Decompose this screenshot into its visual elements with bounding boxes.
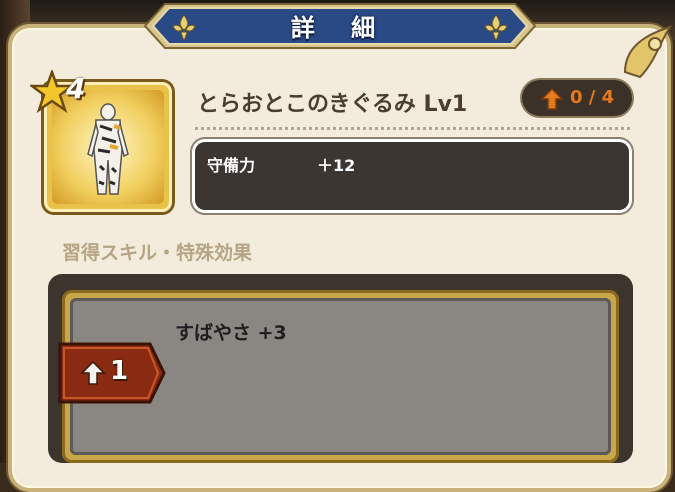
stat-value: ＋12 xyxy=(317,156,356,175)
required-level: 1 xyxy=(110,356,129,386)
level-up-arrow-icon xyxy=(80,360,106,385)
skills-section-title: 習得スキル・特殊効果 xyxy=(62,242,253,264)
dialog-title: 詳 細 xyxy=(290,14,390,42)
title-banner: 詳 細 xyxy=(135,2,545,50)
rarity-badge: 4 xyxy=(28,68,100,114)
stat-box: 守備力 ＋12 xyxy=(195,142,629,210)
corner-ornament-icon xyxy=(623,25,673,79)
rarity-number: 4 xyxy=(66,72,86,105)
upgrade-count: 0 / 4 xyxy=(570,87,615,108)
stat-label: 守備力 xyxy=(207,156,256,175)
skill-text: すばやさ +3 xyxy=(175,322,287,344)
item-name: とらおとこのきぐるみ Lv1 xyxy=(197,92,468,117)
required-level-tag: 1 xyxy=(58,340,166,406)
upgrade-arrow-icon xyxy=(540,87,564,110)
upgrade-badge: 0 / 4 xyxy=(522,80,632,116)
name-divider xyxy=(195,127,630,130)
